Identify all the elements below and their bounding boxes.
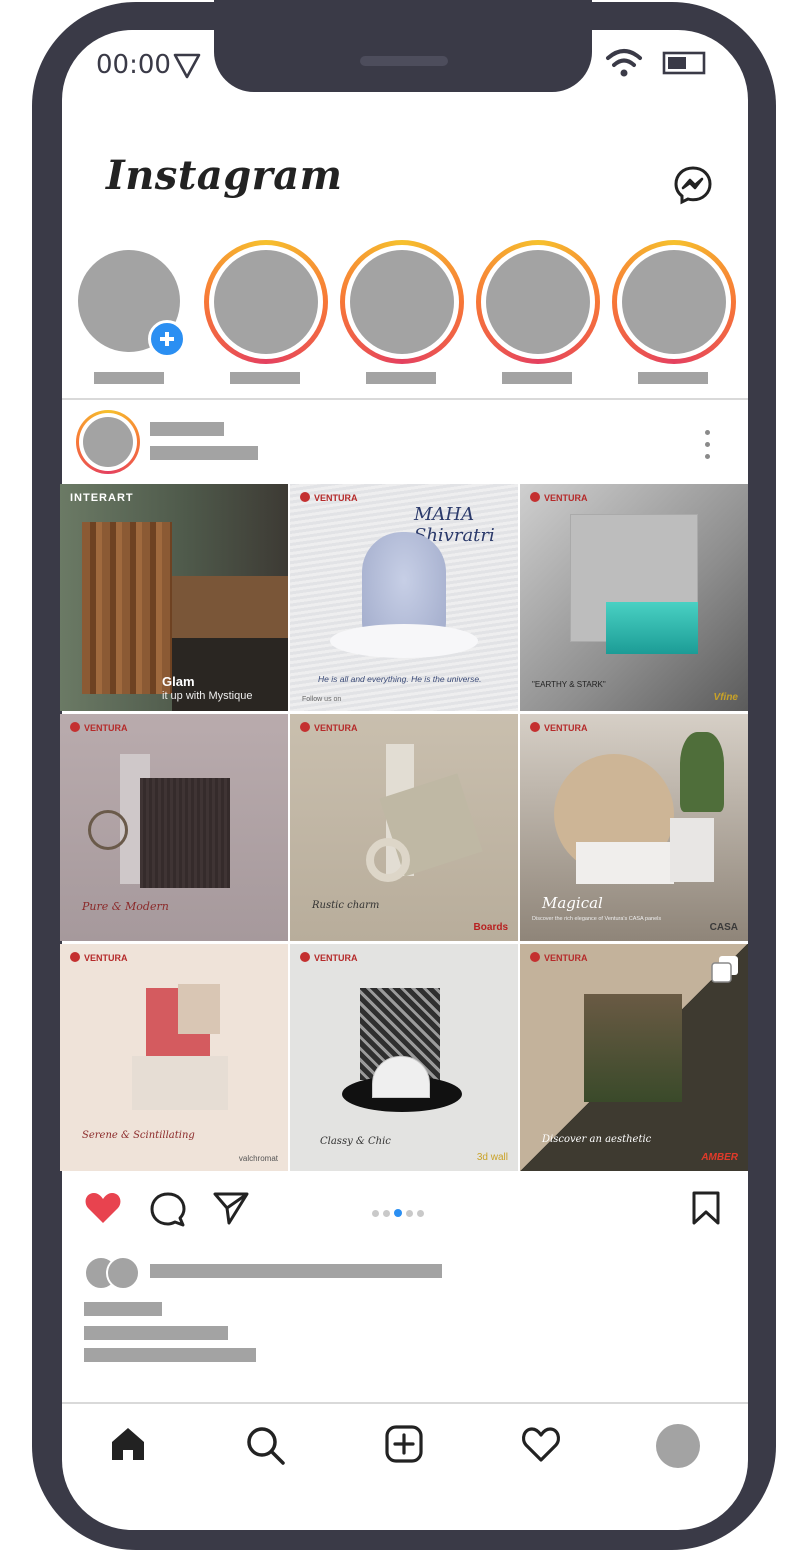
tile-brand: VENTURA (70, 722, 128, 733)
new-post-icon[interactable] (384, 1424, 424, 1464)
grid-tile: INTERART Glam it up with Mystique (60, 484, 288, 711)
tile-title: Classy & Chic (320, 1136, 391, 1147)
story-label (502, 372, 572, 384)
heart-icon[interactable] (84, 1190, 122, 1226)
tab-bar-divider (62, 1402, 748, 1404)
phone-notch (214, 0, 592, 92)
tile-footer: 3d wall (476, 1152, 508, 1163)
stories-divider (62, 398, 748, 400)
beige-panel (178, 984, 220, 1034)
arch-sculpture (366, 838, 410, 882)
status-time: 00:00 (96, 50, 171, 80)
carousel-dot-active (394, 1209, 402, 1217)
add-story-icon[interactable] (148, 320, 186, 358)
post-author-name[interactable] (150, 422, 224, 436)
carousel-dot (372, 1210, 379, 1217)
battery-icon (662, 51, 706, 75)
tile-brand: VENTURA (70, 952, 128, 963)
tile-follow: Follow us on (302, 696, 342, 703)
mountain-photo-panel (584, 994, 682, 1102)
tile-brand: VENTURA (530, 952, 588, 963)
grid-tile: VENTURA Classy & Chic 3d wall (290, 944, 518, 1171)
wifi-icon (606, 49, 642, 77)
story-avatar[interactable] (612, 240, 736, 364)
tile-brand: VENTURA (300, 722, 358, 733)
clouds (330, 624, 478, 658)
tile-footer: valchromat (238, 1154, 278, 1163)
tile-brand: VENTURA (530, 492, 588, 503)
plant (680, 732, 724, 812)
grid-tile: VENTURA Serene & Scintillating valchroma… (60, 944, 288, 1171)
share-icon[interactable] (212, 1190, 250, 1226)
home-icon[interactable] (108, 1424, 148, 1464)
tile-caption: He is all and everything. He is the univ… (318, 674, 482, 684)
story-avatar[interactable] (476, 240, 600, 364)
bed-headboard (172, 576, 288, 638)
pedestal (132, 1056, 228, 1110)
location-arrow-icon (173, 53, 201, 79)
messenger-icon[interactable] (672, 164, 714, 206)
carousel-indicator (372, 1204, 428, 1222)
grid-tile: VENTURA "EARTHY & STARK" Vfine (520, 484, 748, 711)
tile-title: Magical (542, 894, 603, 912)
post-image-grid[interactable]: INTERART Glam it up with Mystique VENTUR… (60, 484, 750, 1171)
tile-footer: Vfine (713, 692, 738, 703)
tile-title: "EARTHY & STARK" (532, 680, 606, 689)
instagram-logo[interactable]: Instagram (106, 152, 343, 199)
post-location (150, 446, 258, 460)
tile-title: Rustic charm (312, 900, 380, 911)
multi-image-icon (711, 956, 738, 983)
tile-footer: AMBER (701, 1152, 738, 1163)
speaker-grille (360, 56, 448, 66)
wood-panel (140, 778, 230, 888)
story-avatar[interactable] (204, 240, 328, 364)
story-label (230, 372, 300, 384)
bicycle-wheel (88, 810, 128, 850)
search-icon[interactable] (244, 1424, 286, 1466)
tile-footer: Boards (473, 922, 508, 933)
comment-icon[interactable] (148, 1190, 188, 1228)
wood-panel (82, 522, 172, 694)
profile-avatar[interactable] (656, 1424, 700, 1468)
grid-tile: VENTURA MAHA Shivratri He is all and eve… (290, 484, 518, 711)
carousel-dot (406, 1210, 413, 1217)
carousel-dot (383, 1210, 390, 1217)
grid-tile: VENTURA Magical Discover the rich elegan… (520, 714, 748, 941)
tile-brand: VENTURA (530, 722, 588, 733)
tile-subtitle: it up with Mystique (162, 690, 253, 702)
tile-title: Pure & Modern (82, 900, 169, 913)
more-icon[interactable] (704, 430, 712, 460)
tile-title: Serene & Scintillating (82, 1130, 195, 1141)
marble-pillar (670, 818, 714, 882)
bookmark-icon[interactable] (690, 1190, 722, 1226)
grid-tile: VENTURA Rustic charm Boards (290, 714, 518, 941)
story-label (366, 372, 436, 384)
grid-tile: VENTURA Pure & Modern (60, 714, 288, 941)
carousel-dot (417, 1210, 424, 1217)
tile-brand: VENTURA (300, 952, 358, 963)
caption-text (84, 1326, 228, 1340)
story-label (94, 372, 164, 384)
tile-brand: INTERART (70, 492, 134, 504)
post-author-avatar[interactable] (76, 410, 140, 474)
tile-caption: Discover the rich elegance of Ventura's … (532, 916, 662, 922)
tile-brand: VENTURA (300, 492, 358, 503)
tile-title: Glam (162, 674, 195, 689)
resin-block (606, 602, 698, 654)
tile-footer: CASA (709, 922, 738, 933)
activity-icon[interactable] (520, 1424, 562, 1464)
story-avatar[interactable] (340, 240, 464, 364)
caption-text (84, 1348, 256, 1362)
tile-title: Discover an aesthetic (542, 1134, 652, 1145)
caption-username[interactable] (84, 1302, 162, 1316)
marble-block (576, 842, 674, 884)
liked-by-text[interactable] (150, 1264, 442, 1278)
grid-tile: VENTURA Discover an aesthetic AMBER (520, 944, 748, 1171)
story-label (638, 372, 708, 384)
